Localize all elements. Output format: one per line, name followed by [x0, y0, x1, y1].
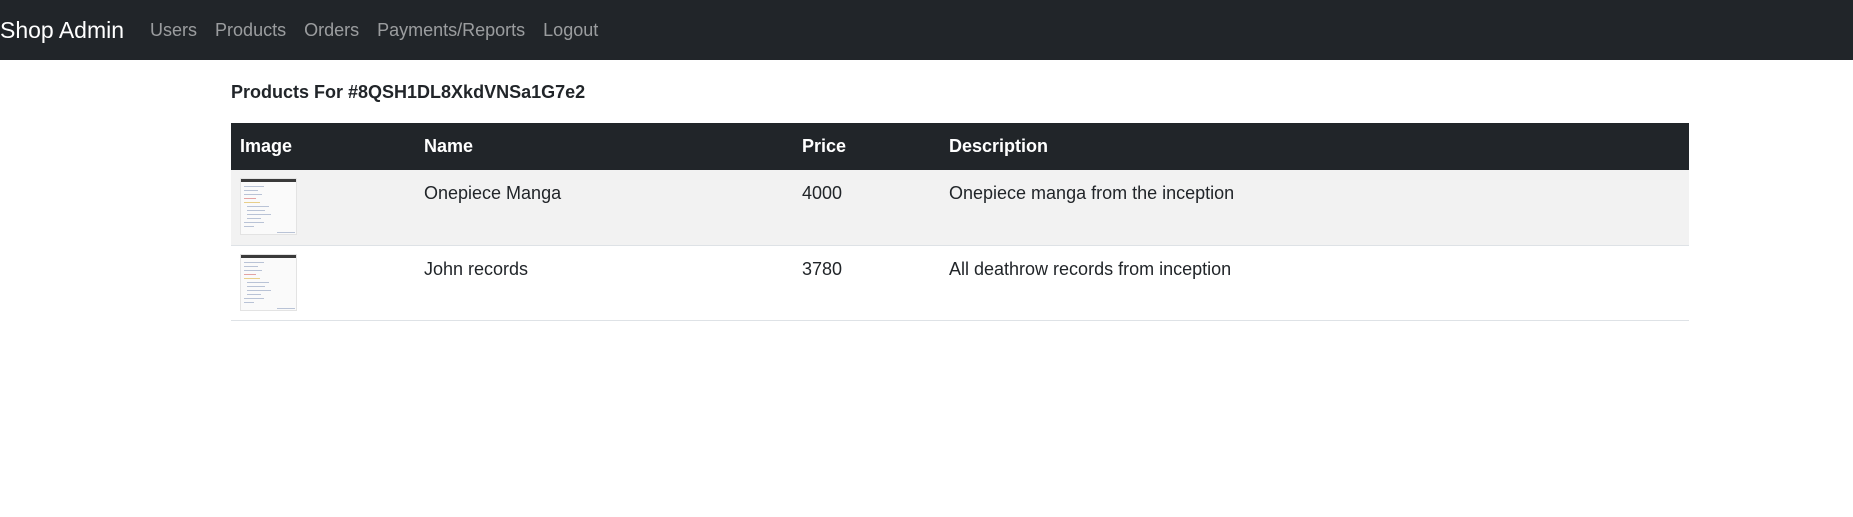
table-header-row: Image Name Price Description	[231, 123, 1689, 170]
product-price-cell: 4000	[793, 170, 940, 246]
column-header-image: Image	[240, 136, 293, 156]
column-header-description: Description	[949, 136, 1049, 156]
nav-link-logout[interactable]: Logout	[543, 18, 598, 42]
nav-link-payments-reports[interactable]: Payments/Reports	[377, 18, 525, 42]
nav-link-users[interactable]: Users	[150, 18, 197, 42]
table-row: Onepiece Manga 4000 Onepiece manga from …	[231, 170, 1689, 246]
top-navbar: Shop Admin Users Products Orders Payment…	[0, 0, 1853, 60]
product-name-cell: John records	[415, 245, 793, 321]
product-price-cell: 3780	[793, 245, 940, 321]
table-header: Image Name Price Description	[231, 123, 1689, 170]
product-description-cell: All deathrow records from inception	[940, 245, 1689, 321]
brand-link[interactable]: Shop Admin	[0, 15, 124, 45]
image-cell	[231, 170, 415, 246]
image-cell	[231, 245, 415, 321]
product-thumbnail[interactable]	[240, 253, 297, 311]
table-row: John records 3780 All deathrow records f…	[231, 245, 1689, 321]
page-title: Products For #8QSH1DL8XkdVNSa1G7e2	[231, 82, 586, 102]
column-header-price: Price	[802, 136, 847, 156]
products-table: Image Name Price Description Onepiece Ma…	[231, 123, 1689, 321]
product-description-cell: Onepiece manga from the inception	[940, 170, 1689, 246]
product-thumbnail[interactable]	[240, 178, 297, 235]
nav-link-orders[interactable]: Orders	[304, 18, 359, 42]
product-name-cell: Onepiece Manga	[415, 170, 793, 246]
table-body: Onepiece Manga 4000 Onepiece manga from …	[231, 170, 1689, 321]
column-header-name: Name	[424, 136, 474, 156]
nav-link-products[interactable]: Products	[215, 18, 286, 42]
